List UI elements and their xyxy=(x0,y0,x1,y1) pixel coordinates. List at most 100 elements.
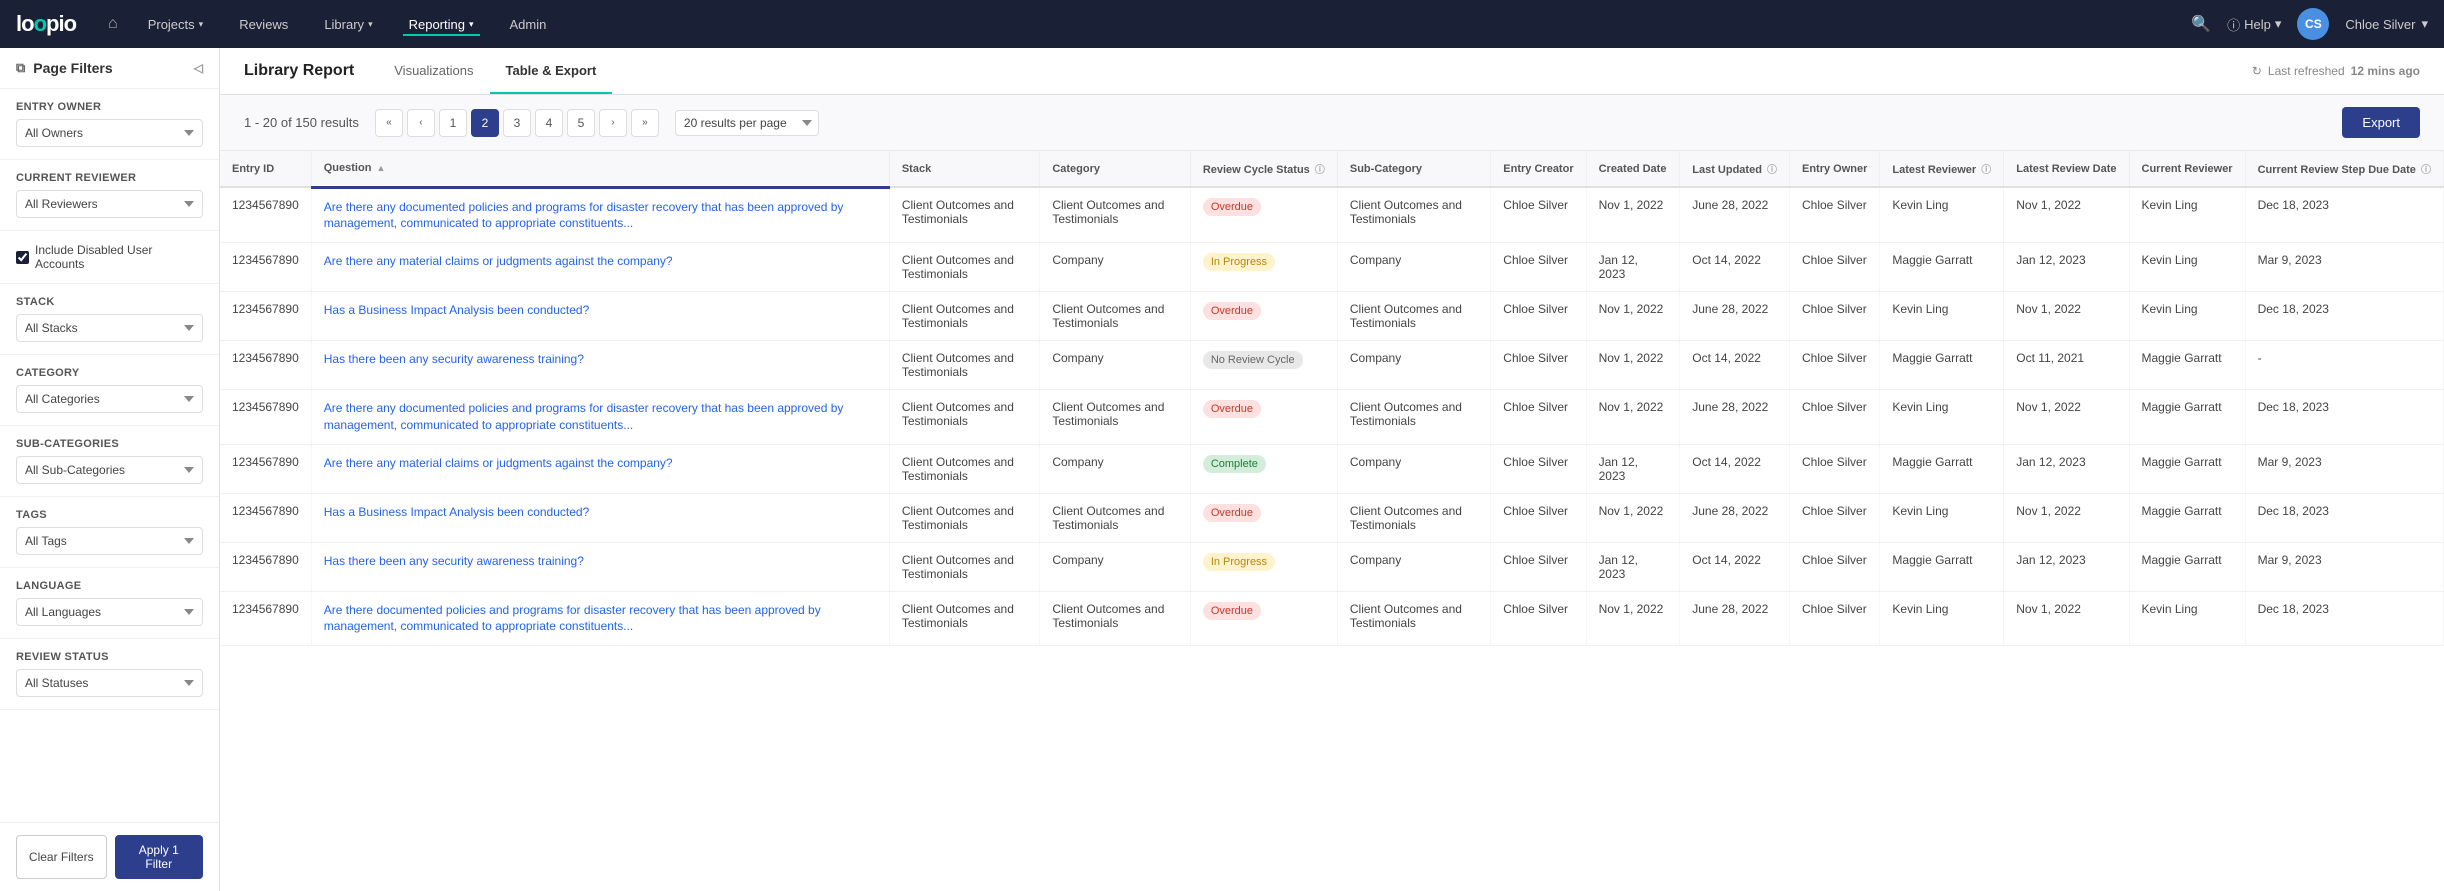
clear-filters-button[interactable]: Clear Filters xyxy=(16,835,107,879)
help-menu[interactable]: ⓘ Help ▾ xyxy=(2227,15,2281,34)
tags-select[interactable]: All Tags xyxy=(16,527,203,555)
page-button-2[interactable]: 2 xyxy=(471,109,499,137)
first-page-button[interactable]: « xyxy=(375,109,403,137)
current-reviewer-label: Current Reviewer xyxy=(16,172,203,184)
page-button-1[interactable]: 1 xyxy=(439,109,467,137)
sidebar-header: ⧉ Page Filters ◁ xyxy=(0,48,219,89)
cell-category: Client Outcomes and Testimonials xyxy=(1040,493,1190,542)
status-badge: Overdue xyxy=(1203,602,1261,620)
entry-owner-select[interactable]: All Owners xyxy=(16,119,203,147)
cell-status: Overdue xyxy=(1190,591,1337,646)
prev-page-button[interactable]: ‹ xyxy=(407,109,435,137)
cell-stack: Client Outcomes and Testimonials xyxy=(889,444,1039,493)
question-link[interactable]: Are there documented policies and progra… xyxy=(324,602,877,636)
cell-last-updated: June 28, 2022 xyxy=(1680,591,1790,646)
nav-library[interactable]: Library ▾ xyxy=(318,13,378,36)
current-reviewer-select[interactable]: All Reviewers xyxy=(16,190,203,218)
app-logo[interactable]: loopio xyxy=(16,11,76,37)
home-icon[interactable]: ⌂ xyxy=(108,15,118,33)
user-menu[interactable]: Chloe Silver ▾ xyxy=(2345,16,2428,32)
table-row: 1234567890 Are there any documented poli… xyxy=(220,390,2444,445)
cell-creator: Chloe Silver xyxy=(1491,444,1586,493)
page-button-5[interactable]: 5 xyxy=(567,109,595,137)
stack-select[interactable]: All Stacks xyxy=(16,314,203,342)
question-link[interactable]: Has a Business Impact Analysis been cond… xyxy=(324,504,877,521)
status-badge: Overdue xyxy=(1203,400,1261,418)
language-select[interactable]: All Languages xyxy=(16,598,203,626)
category-section: Category All Categories xyxy=(0,355,219,426)
main-content: Library Report Visualizations Table & Ex… xyxy=(220,48,2444,891)
results-count: 1 - 20 of 150 results xyxy=(244,115,359,130)
cell-latest-review-date: Nov 1, 2022 xyxy=(2004,187,2129,243)
language-label: Language xyxy=(16,580,203,592)
cell-latest-review-date: Jan 12, 2023 xyxy=(2004,542,2129,591)
sub-categories-select[interactable]: All Sub-Categories xyxy=(16,456,203,484)
cell-current-reviewer: Maggie Garratt xyxy=(2129,542,2245,591)
cell-current-reviewer: Maggie Garratt xyxy=(2129,341,2245,390)
cell-status: Overdue xyxy=(1190,187,1337,243)
cell-sub-category: Company xyxy=(1337,243,1490,292)
tags-section: Tags All Tags xyxy=(0,497,219,568)
cell-last-updated: June 28, 2022 xyxy=(1680,187,1790,243)
cell-current-reviewer: Kevin Ling xyxy=(2129,243,2245,292)
status-badge: Overdue xyxy=(1203,198,1261,216)
cell-creator: Chloe Silver xyxy=(1491,243,1586,292)
status-badge: No Review Cycle xyxy=(1203,351,1303,369)
question-link[interactable]: Has there been any security awareness tr… xyxy=(324,351,877,368)
category-label: Category xyxy=(16,367,203,379)
apply-filter-button[interactable]: Apply 1 Filter xyxy=(115,835,204,879)
pagination: « ‹ 1 2 3 4 5 › » xyxy=(375,109,659,137)
tab-visualizations[interactable]: Visualizations xyxy=(378,49,489,94)
nav-reviews[interactable]: Reviews xyxy=(233,13,294,36)
latest-reviewer-info-icon: ⓘ xyxy=(1981,165,1991,176)
include-disabled-checkbox-row[interactable]: Include Disabled User Accounts xyxy=(16,243,203,271)
status-badge: Overdue xyxy=(1203,504,1261,522)
question-link[interactable]: Are there any material claims or judgmen… xyxy=(324,253,877,270)
per-page-select[interactable]: 20 results per page 50 results per page … xyxy=(675,110,819,136)
export-button[interactable]: Export xyxy=(2342,107,2420,138)
data-table-wrapper[interactable]: Entry ID Question ▲ Stack Category Revie… xyxy=(220,151,2444,891)
cell-stack: Client Outcomes and Testimonials xyxy=(889,341,1039,390)
cell-created: Nov 1, 2022 xyxy=(1586,591,1680,646)
page-button-3[interactable]: 3 xyxy=(503,109,531,137)
cell-latest-reviewer: Maggie Garratt xyxy=(1880,542,2004,591)
include-disabled-checkbox[interactable] xyxy=(16,251,29,264)
cell-due-date: Mar 9, 2023 xyxy=(2245,243,2443,292)
review-status-section: Review Status All Statuses xyxy=(0,639,219,710)
table-row: 1234567890 Are there any material claims… xyxy=(220,243,2444,292)
question-link[interactable]: Are there any material claims or judgmen… xyxy=(324,455,877,472)
col-entry-creator: Entry Creator xyxy=(1491,151,1586,187)
cell-created: Nov 1, 2022 xyxy=(1586,493,1680,542)
question-link[interactable]: Has a Business Impact Analysis been cond… xyxy=(324,302,877,319)
col-current-reviewer: Current Reviewer xyxy=(2129,151,2245,187)
category-select[interactable]: All Categories xyxy=(16,385,203,413)
col-last-updated: Last Updated ⓘ xyxy=(1680,151,1790,187)
cell-sub-category: Client Outcomes and Testimonials xyxy=(1337,390,1490,445)
question-link[interactable]: Are there any documented policies and pr… xyxy=(324,400,877,434)
search-icon[interactable]: 🔍 xyxy=(2191,14,2211,34)
tab-table-export[interactable]: Table & Export xyxy=(490,49,613,94)
nav-projects[interactable]: Projects ▾ xyxy=(142,13,210,36)
cell-current-reviewer: Maggie Garratt xyxy=(2129,444,2245,493)
last-page-button[interactable]: » xyxy=(631,109,659,137)
question-link[interactable]: Has there been any security awareness tr… xyxy=(324,553,877,570)
cell-latest-reviewer: Maggie Garratt xyxy=(1880,444,2004,493)
nav-admin[interactable]: Admin xyxy=(504,13,553,36)
sidebar-title: Page Filters xyxy=(33,60,112,76)
language-section: Language All Languages xyxy=(0,568,219,639)
refresh-icon[interactable]: ↻ xyxy=(2252,64,2262,78)
help-arrow-icon: ▾ xyxy=(2275,16,2282,32)
col-question[interactable]: Question ▲ xyxy=(311,151,889,187)
cell-entry-id: 1234567890 xyxy=(220,292,311,341)
page-button-4[interactable]: 4 xyxy=(535,109,563,137)
cell-creator: Chloe Silver xyxy=(1491,542,1586,591)
next-page-button[interactable]: › xyxy=(599,109,627,137)
cell-status: Overdue xyxy=(1190,493,1337,542)
library-arrow-icon: ▾ xyxy=(368,19,373,30)
nav-reporting[interactable]: Reporting ▾ xyxy=(403,13,480,36)
question-link[interactable]: Are there any documented policies and pr… xyxy=(324,199,877,233)
collapse-sidebar-button[interactable]: ◁ xyxy=(194,61,203,75)
review-status-select[interactable]: All Statuses xyxy=(16,669,203,697)
cell-latest-review-date: Nov 1, 2022 xyxy=(2004,390,2129,445)
cell-sub-category: Client Outcomes and Testimonials xyxy=(1337,591,1490,646)
